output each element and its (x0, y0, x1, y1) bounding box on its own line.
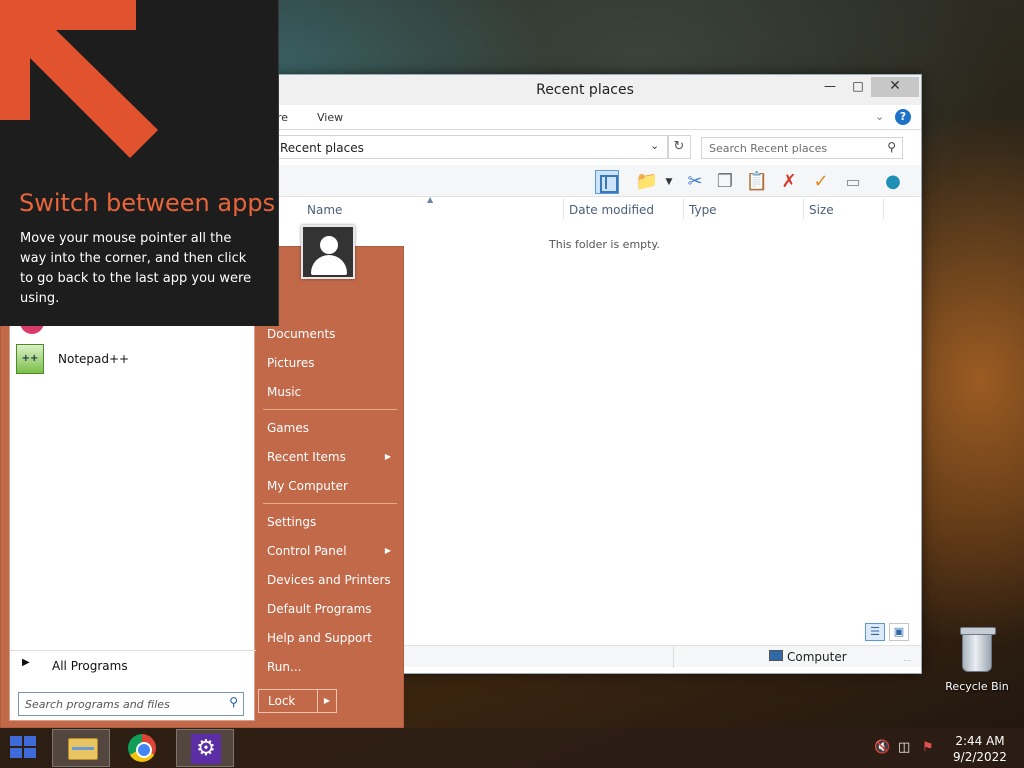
start-link-default-programs[interactable]: Default Programs (267, 602, 397, 622)
copy-icon[interactable]: ❐ (713, 170, 737, 194)
start-link-my-computer[interactable]: My Computer (267, 479, 397, 499)
help-icon[interactable]: ? (895, 109, 911, 125)
search-icon[interactable]: ⚲ (887, 140, 896, 154)
menu-separator (263, 503, 397, 504)
clock-time: 2:44 AM (955, 734, 1005, 748)
properties-check-icon[interactable]: ✓ (809, 170, 833, 194)
all-programs-label: All Programs (52, 659, 128, 673)
refresh-icon[interactable]: ↻ (667, 135, 691, 159)
program-label: Notepad++ (58, 352, 130, 366)
resize-grip-icon[interactable]: ⋯ (903, 656, 911, 665)
computer-icon (769, 650, 783, 661)
program-item-notepad-plus-plus[interactable]: ++ Notepad++ (16, 344, 246, 376)
close-button[interactable]: ✕ (871, 77, 919, 97)
start-link-documents[interactable]: Documents (267, 327, 397, 347)
start-link-recent-items[interactable]: Recent Items ▶ (267, 450, 397, 470)
search-box[interactable]: ⚲ (701, 137, 903, 159)
column-name[interactable]: Name (307, 203, 342, 217)
file-explorer-icon (68, 738, 98, 760)
lock-button[interactable]: Lock (258, 689, 318, 713)
shutdown-options-arrow-icon[interactable]: ▶ (317, 689, 337, 713)
action-center-flag-icon[interactable]: ⚑ (922, 740, 934, 755)
expand-ribbon-chevron-icon[interactable]: ⌄ (875, 110, 884, 123)
tip-title: Switch between apps (19, 189, 276, 217)
dropdown-arrow-icon[interactable]: ▼ (657, 170, 681, 194)
recycle-bin-icon (960, 627, 996, 672)
taskbar: ⚙ 🔇 ◫ ⚑ 2:44 AM 9/2/2022 (0, 728, 1024, 768)
large-icons-view-icon[interactable]: ▣ (889, 623, 909, 641)
avatar-body (311, 255, 347, 275)
paste-icon[interactable]: 📋 (745, 170, 769, 194)
status-divider (673, 646, 674, 668)
chrome-icon (128, 734, 156, 762)
search-input[interactable] (702, 138, 872, 158)
address-bar[interactable]: Recent places ⌄ (249, 135, 669, 159)
avatar-head (320, 236, 338, 254)
taskbar-clock[interactable]: 2:44 AM 9/2/2022 (950, 733, 1010, 765)
start-link-run[interactable]: Run... (267, 660, 397, 680)
column-date-modified[interactable]: Date modified (569, 203, 654, 217)
start-link-control-panel[interactable]: Control Panel ▶ (267, 544, 397, 564)
start-link-label: Control Panel (267, 544, 347, 558)
start-link-games[interactable]: Games (267, 421, 397, 441)
settings-gear-icon: ⚙ (191, 734, 221, 764)
ribbon-tabs: re View ⌄ ? (249, 105, 921, 130)
search-icon[interactable]: ⚲ (229, 695, 238, 709)
folder-options-icon[interactable]: 📁 (635, 170, 659, 194)
cut-icon[interactable]: ✂ (683, 170, 707, 194)
start-link-help-and-support[interactable]: Help and Support (267, 631, 397, 651)
start-search-input[interactable] (19, 693, 215, 715)
menu-separator (263, 409, 397, 410)
status-location: Computer (787, 650, 847, 664)
empty-folder-message: This folder is empty. (549, 238, 660, 251)
corner-arrow-icon (0, 0, 158, 158)
start-link-devices-and-printers[interactable]: Devices and Printers (267, 573, 397, 593)
clock-date: 9/2/2022 (953, 750, 1007, 764)
start-link-settings[interactable]: Settings (267, 515, 397, 535)
submenu-arrow-icon: ▶ (384, 546, 391, 555)
tip-text: Move your mouse pointer all the way into… (20, 231, 252, 306)
desktop-icon-recycle-bin[interactable]: Recycle Bin (940, 627, 1014, 693)
address-path: Recent places (280, 141, 364, 155)
taskbar-file-explorer[interactable] (52, 729, 110, 767)
sort-ascending-icon: ▲ (427, 195, 434, 204)
rename-icon[interactable]: ▭ (841, 170, 865, 194)
triangle-right-icon: ▶ (22, 657, 30, 668)
start-link-label: Recent Items (267, 450, 346, 464)
taskbar-settings[interactable]: ⚙ (176, 729, 234, 767)
column-divider[interactable] (883, 199, 884, 219)
shell-icon[interactable]: ● (881, 170, 905, 194)
start-link-music[interactable]: Music (267, 385, 397, 405)
column-size[interactable]: Size (809, 203, 834, 217)
address-dropdown-chevron-icon[interactable]: ⌄ (650, 139, 659, 152)
submenu-arrow-icon: ▶ (384, 452, 391, 461)
desktop-icon-label: Recycle Bin (945, 680, 1009, 693)
column-headers: ▲ Name Date modified Type Size (249, 195, 921, 221)
start-link-pictures[interactable]: Pictures (267, 356, 397, 376)
delete-icon[interactable]: ✗ (777, 170, 801, 194)
maximize-button[interactable]: □ (845, 77, 871, 97)
minimize-button[interactable]: — (817, 77, 843, 97)
command-toolbar: 📁 ▼ ✂ ❐ 📋 ✗ ✓ ▭ ● (249, 165, 921, 197)
title-bar[interactable]: Recent places — □ ✕ (249, 75, 921, 105)
all-programs-button[interactable]: ▶ All Programs (10, 650, 256, 680)
notepad-plus-plus-icon: ++ (16, 344, 44, 374)
column-divider[interactable] (803, 199, 804, 219)
ribbon-tab-view[interactable]: View (317, 111, 343, 124)
column-divider[interactable] (683, 199, 684, 219)
start-button-windows-icon[interactable] (10, 736, 38, 760)
network-icon[interactable]: ◫ (898, 740, 910, 755)
preview-pane-icon[interactable] (595, 170, 619, 194)
start-link-user-folder[interactable]: 4 (267, 297, 397, 317)
column-type[interactable]: Type (689, 203, 717, 217)
column-divider[interactable] (563, 199, 564, 219)
details-view-icon[interactable]: ☰ (865, 623, 885, 641)
taskbar-chrome[interactable] (114, 729, 172, 767)
user-avatar[interactable] (301, 225, 355, 279)
switch-apps-tip: Switch between apps Move your mouse poin… (0, 0, 279, 326)
volume-muted-icon[interactable]: 🔇 (874, 740, 890, 755)
start-search-box[interactable]: ⚲ (18, 692, 244, 716)
